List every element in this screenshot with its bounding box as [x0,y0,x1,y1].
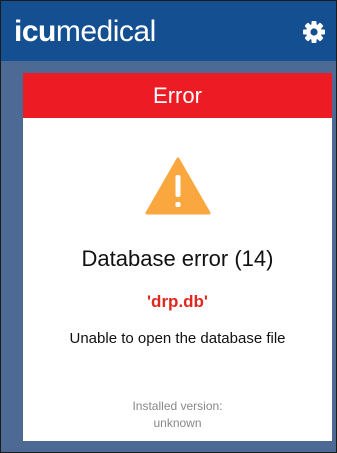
error-dialog: Error Database error (14) 'drp.db' Unabl… [23,73,332,441]
installed-version-label: Installed version: [132,399,223,413]
error-message: Unable to open the database file [69,330,286,347]
gear-icon[interactable] [302,20,326,44]
dialog-header: Error [23,73,332,118]
icu-medical-logo: icumedical [14,15,156,49]
installed-version-value: unknown [153,416,202,430]
logo-bold-text: icu [14,15,56,48]
top-bar: icumedical [1,1,336,61]
logo-light-text: medical [55,15,156,48]
warning-triangle-icon [145,157,211,215]
error-title: Database error (14) [81,246,274,271]
error-filename: 'drp.db' [147,292,208,311]
app-window: icumedical Error Database error (14) 'dr… [0,0,337,453]
